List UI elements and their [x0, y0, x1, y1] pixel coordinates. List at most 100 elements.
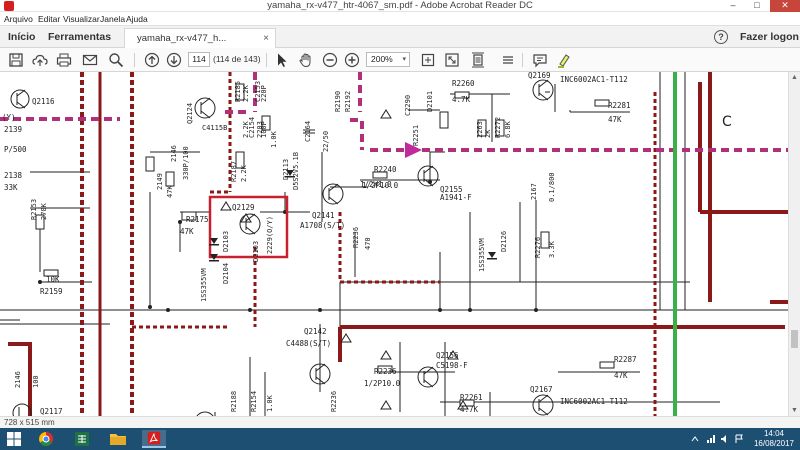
title-bar: yamaha_rx-v477_htr-4067_sm.pdf - Adobe A… [0, 0, 800, 12]
page-count-label: (114 de 143) [213, 54, 261, 64]
schematic-label: 4.7K [460, 405, 479, 414]
zoom-value: 200% [371, 54, 393, 64]
scroll-up-icon[interactable]: ▲ [791, 74, 798, 81]
schematic-label: 2.2K [242, 84, 250, 102]
file-explorer-icon[interactable] [106, 430, 130, 448]
chrome-icon[interactable] [34, 430, 58, 448]
schematic-label: C2154 [248, 117, 256, 138]
schematic-label: C [722, 114, 732, 130]
schematic-label: R2240 [374, 165, 397, 174]
highlight-icon[interactable] [556, 52, 572, 68]
upload-icon[interactable] [32, 52, 48, 68]
clock-time: 14:04 [763, 429, 785, 438]
fit-page-icon[interactable] [420, 52, 436, 68]
minimize-button[interactable]: – [722, 0, 744, 12]
menu-editar[interactable]: Editar [38, 12, 60, 26]
comment-icon[interactable] [532, 52, 548, 68]
zoom-out-icon[interactable] [322, 52, 338, 68]
select-cursor-icon[interactable] [274, 52, 290, 68]
schematic-label: 0.1/800 [548, 172, 556, 202]
schematic-label: 1.0K [266, 394, 274, 412]
schematic-label: 1SS355VM [478, 238, 486, 272]
clock-date: 16/08/2017 [753, 439, 795, 448]
hand-icon[interactable] [298, 52, 314, 68]
document-view[interactable]: (Y) Q2116 2139 P/500 2138 33K R2153 270K 10K R215… [0, 72, 788, 416]
schematic-label: 6.8K [504, 120, 512, 138]
schematic-label: 33K [4, 183, 18, 192]
search-icon[interactable] [108, 52, 124, 68]
menu-arquivo[interactable]: Arquivo [4, 12, 33, 26]
maximize-button[interactable]: □ [746, 0, 768, 12]
schematic-page: (Y) Q2116 2139 P/500 2138 33K R2153 270K 10K R215… [0, 72, 788, 416]
vertical-scrollbar[interactable]: ▲ ▼ [788, 72, 800, 416]
save-icon[interactable] [8, 52, 24, 68]
scroll-down-icon[interactable]: ▼ [791, 407, 798, 414]
schematic-label: R2153 [30, 199, 38, 220]
tray-arrow-icon[interactable] [690, 434, 700, 444]
schematic-label: 3.3K [548, 240, 556, 258]
schematic-label: R2251 [412, 125, 420, 146]
schematic-label: R2236 [374, 367, 397, 376]
sign-in-button[interactable]: Fazer logon [740, 26, 799, 48]
schematic-label: 2K [484, 129, 492, 138]
schematic-label: D2103 [252, 241, 260, 262]
schematic-label: Q2156 [436, 351, 459, 360]
spreadsheet-app-icon[interactable] [70, 430, 94, 448]
acrobat-taskbar-icon[interactable] [142, 430, 166, 448]
close-window-button[interactable]: ✕ [770, 0, 800, 12]
schematic-label: 2263 [476, 121, 484, 138]
volume-icon[interactable] [720, 434, 730, 444]
schematic-label: 470 [364, 237, 372, 250]
schematic-label: 1/2P10.0 [364, 379, 401, 388]
schematic-label: P/500 [4, 145, 27, 154]
schematic-label: 47K [608, 115, 622, 124]
toolbar-separator [522, 53, 523, 67]
schematic-label: Q2124 [186, 103, 194, 124]
scroll-mode-icon[interactable] [470, 52, 486, 68]
menu-visualizar[interactable]: Visualizar [63, 12, 100, 26]
menu-janela[interactable]: Janela [100, 12, 125, 26]
zoom-in-icon[interactable] [344, 52, 360, 68]
tab-bar: Início Ferramentas yamaha_rx-v477_h... ×… [0, 26, 800, 48]
tool-menu-icon[interactable] [500, 52, 516, 68]
zoom-select[interactable]: 200% ▾ [366, 52, 410, 67]
schematic-label: R2260 [452, 79, 475, 88]
tab-document[interactable]: yamaha_rx-v477_h... × [124, 28, 276, 48]
tab-tools[interactable]: Ferramentas [48, 26, 111, 48]
fullscreen-icon[interactable] [444, 52, 460, 68]
schematic-label: 220P [260, 85, 268, 102]
schematic-label: Q2167 [530, 385, 553, 394]
schematic-label: 2149 [156, 173, 164, 190]
tab-document-label: yamaha_rx-v477_h... [137, 33, 227, 44]
schematic-label: D2101 [426, 91, 434, 112]
network-icon[interactable] [706, 434, 716, 444]
scrollbar-thumb[interactable] [791, 330, 798, 348]
print-icon[interactable] [56, 52, 72, 68]
taskbar: 14:04 16/08/2017 [0, 428, 800, 450]
windows-start-icon[interactable] [6, 431, 22, 447]
email-icon[interactable] [82, 52, 98, 68]
tab-home[interactable]: Início [8, 26, 35, 48]
schematic-label: D2103 [222, 231, 230, 252]
schematic-label: D2104 [222, 263, 230, 284]
taskbar-clock[interactable]: 14:04 16/08/2017 [752, 429, 796, 449]
flag-icon[interactable] [734, 434, 744, 444]
tab-close-icon[interactable]: × [263, 29, 269, 48]
schematic-label: R2261 [460, 393, 483, 402]
schematic-label: R2287 [614, 355, 637, 364]
schematic-label: R2281 [608, 101, 631, 110]
schematic-label: R2187 [230, 161, 238, 182]
help-icon[interactable]: ? [714, 30, 728, 44]
page-number-input[interactable]: 114 [188, 52, 210, 67]
schematic-label: 1.0K [270, 130, 278, 148]
schematic-label: R2192 [344, 91, 352, 112]
schematic-label: 2139 [4, 125, 22, 134]
page-down-icon[interactable] [166, 52, 182, 68]
schematic-label: 330P/100 [182, 146, 190, 180]
schematic-label: R2236 [330, 391, 338, 412]
schematic-label: R2159 [40, 287, 63, 296]
schematic-label: C2290 [404, 95, 412, 116]
menu-bar: Arquivo Editar Visualizar Janela Ajuda [0, 12, 800, 26]
page-up-icon[interactable] [144, 52, 160, 68]
menu-ajuda[interactable]: Ajuda [126, 12, 148, 26]
